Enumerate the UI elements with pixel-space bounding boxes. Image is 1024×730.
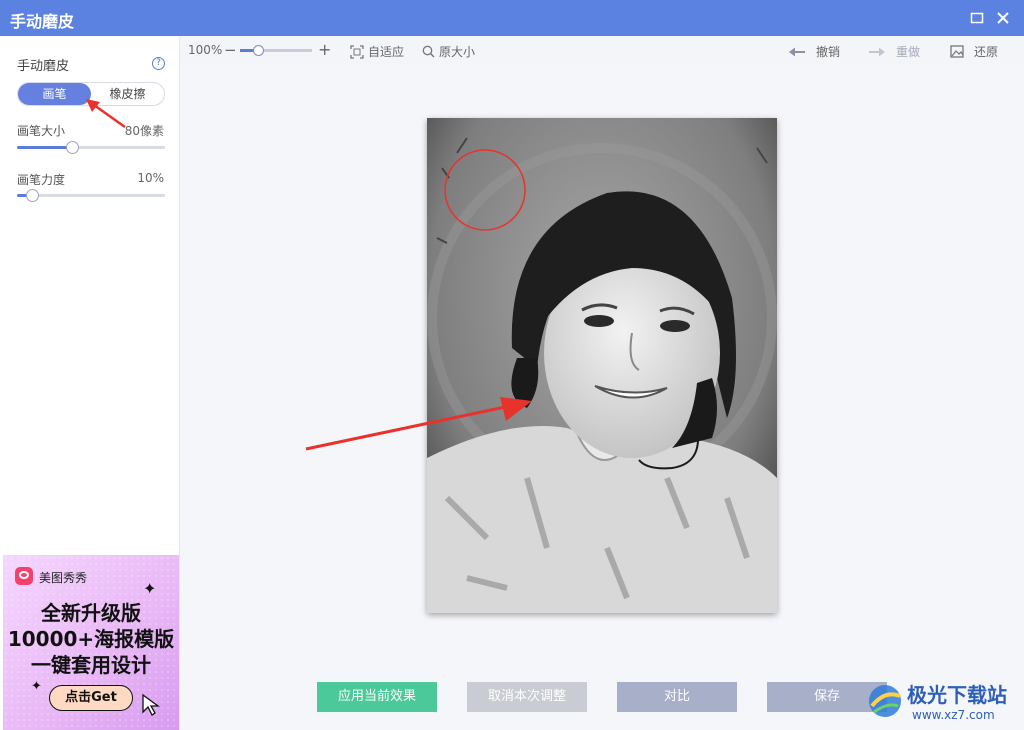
original-size-label: 原大小: [439, 45, 476, 59]
original-size-button[interactable]: 原大小: [422, 43, 475, 60]
redo-button[interactable]: 重做: [868, 43, 920, 60]
annotation-arrow-brush: [86, 99, 126, 129]
window-title: 手动磨皮: [10, 12, 75, 31]
watermark-logo-icon: [869, 685, 901, 717]
brush-strength-label: 画笔力度: [17, 173, 66, 187]
help-icon[interactable]: ?: [152, 57, 165, 70]
redo-label: 重做: [896, 45, 921, 59]
zoom-out-button[interactable]: −: [224, 41, 237, 59]
fit-icon: [350, 44, 364, 59]
brush-strength-slider[interactable]: [17, 189, 165, 202]
maximize-icon: [970, 12, 984, 24]
brush-size-value: 80像素: [124, 124, 164, 138]
view-toolbar: 100% − + 自适应 原大小 撤销 重做 还原: [180, 36, 1024, 66]
zoom-slider[interactable]: [240, 45, 312, 56]
zoom-in-button[interactable]: +: [318, 40, 331, 59]
meitu-logo-icon: [15, 567, 33, 585]
brush-size-knob[interactable]: [66, 141, 79, 154]
brush-strength-value: 10%: [137, 171, 164, 185]
undo-button[interactable]: 撤销: [788, 43, 840, 60]
portrait-image: [427, 118, 777, 613]
fit-button[interactable]: 自适应: [350, 43, 404, 60]
minus-icon: −: [224, 41, 237, 59]
brush-size-fill: [17, 146, 72, 149]
cancel-adjustment-button[interactable]: 取消本次调整: [467, 682, 587, 712]
restore-button[interactable]: 还原: [950, 43, 998, 60]
editing-canvas[interactable]: 应用当前效果 取消本次调整 对比 保存: [180, 66, 1024, 730]
apply-effect-button[interactable]: 应用当前效果: [317, 682, 437, 712]
annotation-arrow-ear: [305, 397, 532, 451]
undo-arrow-icon: [789, 47, 805, 56]
restore-label: 还原: [974, 45, 999, 59]
redo-arrow-icon: [869, 47, 885, 56]
panel-title: 手动磨皮: [17, 59, 70, 74]
maximize-button[interactable]: [967, 8, 987, 28]
brush-size-slider[interactable]: [17, 141, 165, 154]
fit-label: 自适应: [368, 45, 405, 59]
title-bar: 手动磨皮: [0, 0, 1024, 36]
watermark-name: 极光下载站: [907, 683, 1007, 707]
site-watermark: 极光下载站 www.xz7.com: [862, 676, 1022, 726]
undo-label: 撤销: [816, 45, 841, 59]
zoom-knob[interactable]: [253, 45, 264, 56]
magnifier-icon: [422, 45, 435, 58]
close-button[interactable]: [993, 8, 1013, 28]
banner-line-1: 全新升级版: [41, 601, 141, 625]
banner-line-3: 一键套用设计: [31, 653, 151, 677]
close-icon: [997, 12, 1009, 24]
promo-banner[interactable]: 美图秀秀 ✦ 全新升级版 10000+海报模版 一键套用设计 ✦ 点击Get: [3, 555, 179, 730]
sparkle-icon: ✦: [143, 579, 157, 598]
brush-size-label: 画笔大小: [17, 124, 66, 138]
image-icon: [950, 45, 964, 58]
banner-brand: 美图秀秀: [39, 571, 88, 585]
cursor-icon: [142, 693, 160, 716]
banner-cta-button[interactable]: 点击Get: [49, 685, 133, 711]
plus-icon: +: [318, 40, 332, 59]
compare-button[interactable]: 对比: [617, 682, 737, 712]
watermark-url: www.xz7.com: [912, 708, 995, 722]
banner-line-2: 10000+海报模版: [7, 627, 175, 651]
portrait-photo[interactable]: [427, 118, 777, 613]
zoom-value: 100%: [188, 43, 223, 57]
sparkle-icon: ✦: [31, 679, 42, 694]
brush-strength-knob[interactable]: [26, 189, 39, 202]
